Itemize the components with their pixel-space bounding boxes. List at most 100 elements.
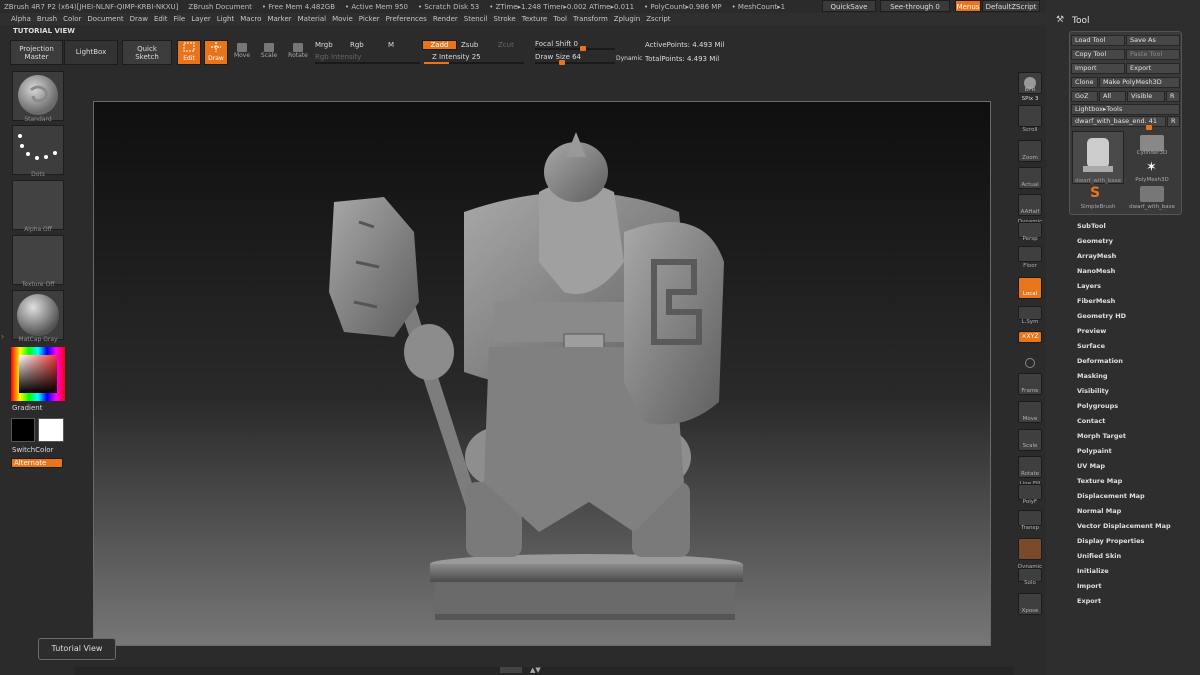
- z-intensity-slider[interactable]: Z Intensity 25: [432, 53, 481, 61]
- canvas-viewport[interactable]: [93, 101, 991, 646]
- menu-normal-map[interactable]: Normal Map: [1077, 507, 1121, 515]
- scroll-button[interactable]: [1018, 105, 1042, 127]
- alpha-selector[interactable]: [12, 180, 64, 230]
- draw-size-knob[interactable]: [559, 60, 565, 65]
- goz-r-button[interactable]: R: [1166, 91, 1180, 102]
- menu-alpha[interactable]: Alpha: [11, 15, 31, 23]
- bottom-scroll-handle[interactable]: [500, 667, 522, 673]
- mrgb-button[interactable]: Mrgb: [315, 41, 333, 49]
- floor-button[interactable]: [1018, 246, 1042, 262]
- gradient-toggle[interactable]: Gradient: [12, 404, 42, 412]
- menus-button[interactable]: Menus: [955, 0, 981, 12]
- menu-geometry-hd[interactable]: Geometry HD: [1077, 312, 1126, 320]
- menu-initialize[interactable]: Initialize: [1077, 567, 1109, 575]
- menu-preferences[interactable]: Preferences: [386, 15, 427, 23]
- menu-unified-skin[interactable]: Unified Skin: [1077, 552, 1121, 560]
- draw-size-slider[interactable]: Draw Size 64: [535, 53, 581, 61]
- bottom-arrows-icon[interactable]: ▲▼: [530, 666, 541, 674]
- menu-fibermesh[interactable]: FiberMesh: [1077, 297, 1115, 305]
- menu-nanomesh[interactable]: NanoMesh: [1077, 267, 1115, 275]
- lightbox-tools-button[interactable]: Lightbox▸Tools: [1071, 104, 1180, 115]
- spix-slider[interactable]: SPix 3: [1012, 96, 1048, 102]
- menu-vector-displacement-map[interactable]: Vector Displacement Map: [1077, 522, 1171, 530]
- menu-morph-target[interactable]: Morph Target: [1077, 432, 1126, 440]
- export-button[interactable]: Export: [1126, 63, 1180, 74]
- focal-shift-knob[interactable]: [580, 46, 586, 51]
- menu-macro[interactable]: Macro: [240, 15, 261, 23]
- goz-button[interactable]: GoZ: [1071, 91, 1098, 102]
- menu-stencil[interactable]: Stencil: [464, 15, 488, 23]
- clone-button[interactable]: Clone: [1071, 77, 1098, 88]
- menu-subtool[interactable]: SubTool: [1077, 222, 1106, 230]
- rotate-button[interactable]: Rotate: [286, 40, 310, 65]
- rgb-button[interactable]: Rgb: [350, 41, 364, 49]
- stroke-selector[interactable]: [12, 125, 64, 175]
- move-button[interactable]: Move: [231, 40, 253, 65]
- menu-picker[interactable]: Picker: [359, 15, 380, 23]
- goz-visible-button[interactable]: Visible: [1127, 91, 1165, 102]
- quick-sketch-button[interactable]: Quick Sketch: [122, 40, 172, 65]
- menu-layers[interactable]: Layers: [1077, 282, 1101, 290]
- menu-stroke[interactable]: Stroke: [493, 15, 515, 23]
- xyz-button[interactable]: ✕XYZ: [1018, 331, 1042, 343]
- menu-document[interactable]: Document: [87, 15, 123, 23]
- current-tool-knob[interactable]: [1146, 125, 1152, 130]
- focal-shift-slider[interactable]: Focal Shift 0: [535, 40, 578, 48]
- goz-all-button[interactable]: All: [1099, 91, 1126, 102]
- polymesh-star-icon[interactable]: ✶: [1146, 160, 1157, 175]
- menu-material[interactable]: Material: [298, 15, 326, 23]
- scale-button[interactable]: Scale: [258, 40, 280, 65]
- menu-light[interactable]: Light: [217, 15, 234, 23]
- color-square[interactable]: [19, 355, 57, 393]
- see-through-slider[interactable]: See-through 0: [880, 0, 950, 12]
- left-collapse-icon[interactable]: ›: [1, 332, 4, 341]
- main-color-swatch[interactable]: [11, 418, 35, 442]
- menu-preview[interactable]: Preview: [1077, 327, 1106, 335]
- draw-button[interactable]: Draw: [204, 40, 228, 65]
- menu-tool[interactable]: Tool: [553, 15, 567, 23]
- menu-masking[interactable]: Masking: [1077, 372, 1108, 380]
- material-selector[interactable]: [12, 290, 64, 340]
- menu-zplugin[interactable]: Zplugin: [614, 15, 640, 23]
- menu-uv-map[interactable]: UV Map: [1077, 462, 1105, 470]
- menu-export[interactable]: Export: [1077, 597, 1101, 605]
- menu-polypaint[interactable]: Polypaint: [1077, 447, 1112, 455]
- zsub-button[interactable]: Zsub: [461, 41, 478, 49]
- copy-tool-button[interactable]: Copy Tool: [1071, 49, 1125, 60]
- texture-selector[interactable]: [12, 235, 64, 285]
- paste-tool-button[interactable]: Paste Tool: [1126, 49, 1180, 60]
- menu-movie[interactable]: Movie: [332, 15, 353, 23]
- menu-polygroups[interactable]: Polygroups: [1077, 402, 1118, 410]
- menu-marker[interactable]: Marker: [267, 15, 291, 23]
- tool-palette-title[interactable]: Tool: [1072, 16, 1089, 26]
- ghost-button[interactable]: [1018, 538, 1042, 560]
- save-as-button[interactable]: Save As: [1126, 35, 1180, 46]
- menu-arraymesh[interactable]: ArrayMesh: [1077, 252, 1116, 260]
- menu-texture-map[interactable]: Texture Map: [1077, 477, 1122, 485]
- dynamic-toggle[interactable]: Dynamic: [616, 55, 642, 62]
- menu-zscript[interactable]: Zscript: [646, 15, 670, 23]
- lightbox-button[interactable]: LightBox: [64, 40, 118, 65]
- load-tool-button[interactable]: Load Tool: [1071, 35, 1125, 46]
- default-zscript-button[interactable]: DefaultZScript: [982, 0, 1040, 12]
- cylinder-thumbnail-icon[interactable]: [1140, 135, 1164, 151]
- projection-master-button[interactable]: Projection Master: [10, 40, 63, 65]
- make-polymesh-button[interactable]: Make PolyMesh3D: [1099, 77, 1180, 88]
- edit-button[interactable]: Edit: [177, 40, 201, 65]
- menu-display-properties[interactable]: Display Properties: [1077, 537, 1144, 545]
- menu-deformation[interactable]: Deformation: [1077, 357, 1123, 365]
- menu-visibility[interactable]: Visibility: [1077, 387, 1109, 395]
- import-button[interactable]: Import: [1071, 63, 1125, 74]
- menu-brush[interactable]: Brush: [37, 15, 57, 23]
- quicksave-button[interactable]: QuickSave: [822, 0, 876, 12]
- menu-texture[interactable]: Texture: [522, 15, 548, 23]
- zcut-button[interactable]: Zcut: [498, 41, 514, 49]
- menu-geometry[interactable]: Geometry: [1077, 237, 1113, 245]
- menu-contact[interactable]: Contact: [1077, 417, 1105, 425]
- brush-selector[interactable]: [12, 71, 64, 121]
- current-tool-r-button[interactable]: R: [1167, 116, 1180, 127]
- switchcolor-button[interactable]: SwitchColor: [12, 446, 53, 454]
- polyf-button[interactable]: [1018, 484, 1042, 500]
- menu-surface[interactable]: Surface: [1077, 342, 1105, 350]
- menu-transform[interactable]: Transform: [573, 15, 608, 23]
